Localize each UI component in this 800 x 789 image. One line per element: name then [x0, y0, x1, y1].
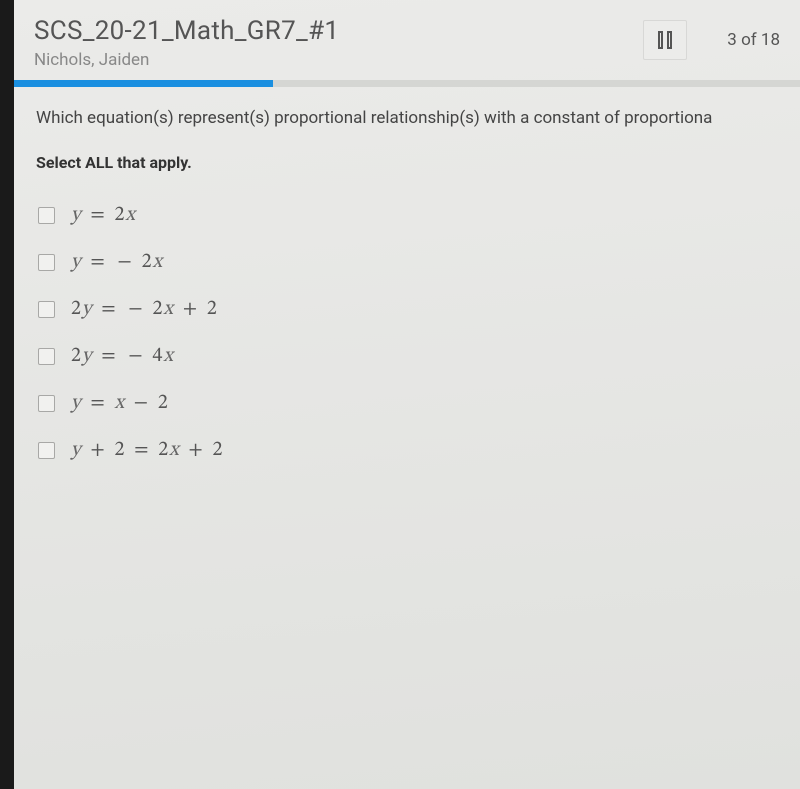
answer-checkbox[interactable]	[38, 301, 55, 318]
answer-equation: 2y = − 4x	[71, 344, 174, 369]
answer-option[interactable]: 2y = − 4x	[36, 335, 778, 378]
answer-option[interactable]: y = − 2x	[36, 241, 778, 284]
pause-icon	[658, 31, 672, 49]
answer-equation: y = x − 2	[71, 391, 169, 416]
answer-option[interactable]: y = 2x	[36, 194, 778, 237]
student-name: Nichols, Jaiden	[34, 50, 339, 70]
answer-option[interactable]: y + 2 = 2x + 2	[36, 429, 778, 472]
question-prompt: Which equation(s) represent(s) proportio…	[36, 107, 778, 131]
answer-option[interactable]: y = x − 2	[36, 382, 778, 425]
answer-checkbox[interactable]	[38, 207, 55, 224]
pause-button[interactable]	[643, 20, 687, 60]
answer-equation: y = 2x	[71, 203, 136, 228]
answer-checkbox[interactable]	[38, 254, 55, 271]
question-counter: 3 of 18	[727, 30, 780, 50]
answer-option[interactable]: 2y = − 2x + 2	[36, 288, 778, 331]
answer-checkbox[interactable]	[38, 395, 55, 412]
progress-fill	[14, 80, 273, 87]
quiz-header: SCS_20-21_Math_GR7_#1 Nichols, Jaiden 3 …	[14, 0, 800, 80]
answer-equation: 2y = − 2x + 2	[71, 297, 218, 322]
quiz-page: SCS_20-21_Math_GR7_#1 Nichols, Jaiden 3 …	[14, 0, 800, 789]
answer-checkbox[interactable]	[38, 442, 55, 459]
progress-bar	[14, 80, 800, 87]
header-controls: 3 of 18	[643, 16, 780, 60]
answer-equation: y = − 2x	[71, 250, 163, 275]
window-left-edge	[0, 0, 14, 789]
answer-checkbox[interactable]	[38, 348, 55, 365]
question-instruction: Select ALL that apply.	[36, 153, 778, 172]
answer-equation: y + 2 = 2x + 2	[71, 438, 223, 463]
question-content: Which equation(s) represent(s) proportio…	[14, 87, 800, 496]
header-titles: SCS_20-21_Math_GR7_#1 Nichols, Jaiden	[34, 16, 339, 70]
quiz-title: SCS_20-21_Math_GR7_#1	[34, 16, 339, 46]
